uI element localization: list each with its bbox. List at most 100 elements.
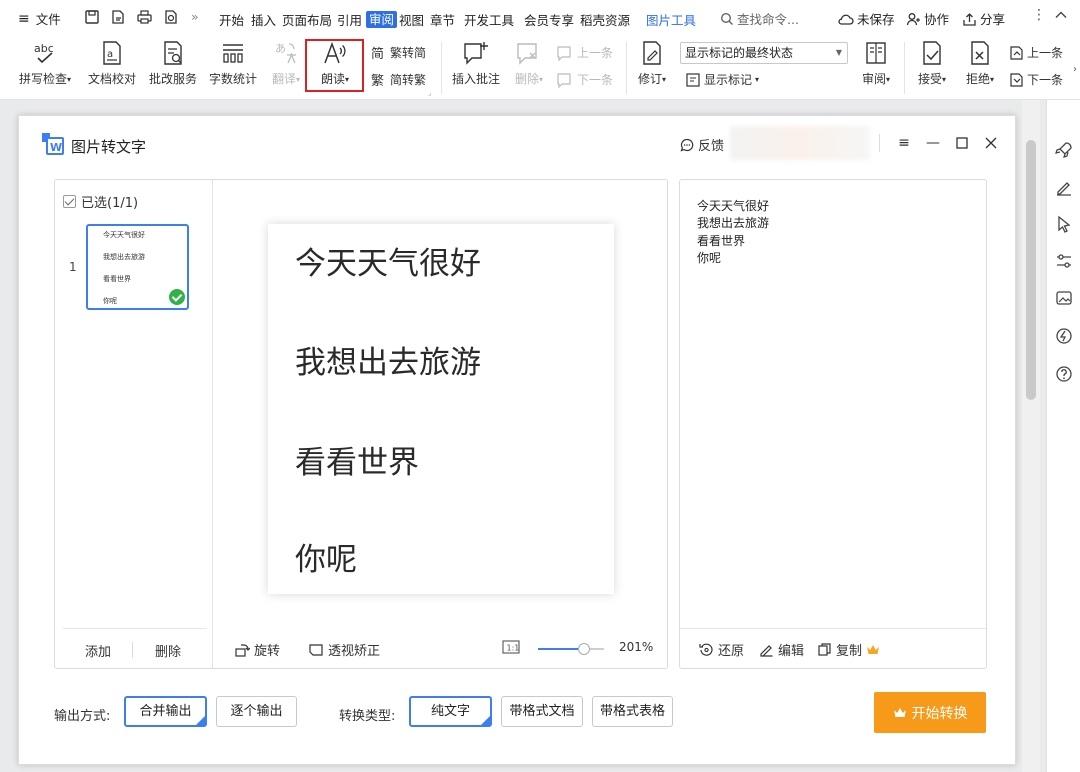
- collaborate-button[interactable]: 协作: [906, 9, 949, 28]
- merge-output-button[interactable]: 合并输出: [124, 696, 207, 727]
- show-markup-button[interactable]: 显示标记 ▾: [685, 71, 759, 88]
- prev-change-button[interactable]: 上一条: [1008, 44, 1063, 61]
- file-menu[interactable]: ≡ 文件: [18, 9, 61, 28]
- minimize-icon[interactable]: —: [924, 134, 942, 152]
- restore-icon: [699, 643, 713, 656]
- tab-home[interactable]: 开始: [219, 10, 244, 29]
- insert-comment-button[interactable]: 插入批注: [448, 39, 504, 87]
- review-pane-button[interactable]: 审阅▾: [856, 39, 896, 87]
- tab-page-layout[interactable]: 页面布局: [282, 10, 332, 29]
- show-markup-label: 显示标记: [704, 73, 753, 87]
- more-menu-icon[interactable]: ⋮: [1032, 7, 1046, 23]
- unsaved-label: 未保存: [857, 12, 895, 27]
- save-icon[interactable]: [84, 9, 100, 25]
- share-button[interactable]: 分享: [962, 9, 1005, 28]
- recognized-line: 我想出去旅游: [697, 216, 770, 231]
- accept-button[interactable]: 接受▾: [912, 39, 952, 87]
- restore-button[interactable]: 还原: [699, 640, 744, 659]
- print-icon[interactable]: [136, 9, 153, 25]
- track-changes-button[interactable]: 修订▾: [632, 39, 672, 87]
- actual-size-button[interactable]: 1:1: [502, 639, 520, 655]
- rotate-icon: [235, 643, 250, 657]
- rocket-icon[interactable]: [1054, 140, 1074, 160]
- document-scrollbar[interactable]: [1022, 100, 1040, 772]
- pen-icon[interactable]: [1054, 177, 1074, 197]
- start-convert-button[interactable]: 开始转换: [874, 692, 986, 733]
- collapse-ribbon-icon[interactable]: [1054, 8, 1068, 22]
- more-quick-access-icon[interactable]: »: [191, 9, 199, 24]
- tab-picture-tools[interactable]: 图片工具: [646, 10, 696, 29]
- simp-to-trad-label: 简转繁: [390, 73, 427, 87]
- print-preview-icon[interactable]: [163, 9, 179, 25]
- output-mode-label: 输出方式:: [54, 709, 111, 724]
- formatted-doc-button[interactable]: 带格式文档: [501, 696, 583, 727]
- hamburger-icon: ≡: [18, 10, 30, 27]
- recognized-line: 看看世界: [697, 233, 746, 248]
- tab-view[interactable]: 视图: [399, 10, 424, 29]
- recognized-line: 今天天气很好: [697, 199, 770, 213]
- rotate-button[interactable]: 旋转: [234, 640, 280, 659]
- menu-icon[interactable]: ≡: [895, 134, 913, 152]
- tab-review-label: 审阅: [366, 11, 398, 28]
- delete-image-button[interactable]: 删除: [155, 641, 181, 660]
- tab-docer[interactable]: 稻壳资源: [580, 10, 630, 29]
- lightning-icon[interactable]: [1054, 326, 1074, 346]
- scrollbar-thumb[interactable]: [1026, 140, 1036, 400]
- command-search[interactable]: 查找命令...: [720, 9, 799, 28]
- copy-button[interactable]: 复制: [817, 640, 880, 659]
- ribbon-scroll-right-icon[interactable]: ›: [1073, 64, 1077, 75]
- recognized-line: 你呢: [697, 250, 722, 265]
- tab-member[interactable]: 会员专享: [524, 10, 574, 29]
- perspective-correction-button[interactable]: 透视矫正: [308, 640, 380, 659]
- plain-text-button[interactable]: 纯文字: [409, 696, 492, 727]
- recognized-text[interactable]: 今天天气很好 我想出去旅游 看看世界 你呢: [697, 198, 769, 267]
- cursor-icon[interactable]: [1054, 214, 1074, 234]
- zoom-slider[interactable]: [538, 643, 604, 655]
- checkbox-icon: [63, 195, 76, 208]
- reject-button[interactable]: 拒绝▾: [960, 39, 1000, 87]
- zoom-percent: 201%: [619, 640, 654, 654]
- group-launcher-icon[interactable]: ⌟: [428, 89, 431, 97]
- delete-comment-button[interactable]: 删除▾: [510, 39, 548, 87]
- image-icon[interactable]: [1054, 288, 1074, 308]
- svg-text:あ: あ: [275, 42, 286, 55]
- chevron-down-icon: ▼: [835, 48, 842, 57]
- next-change-button[interactable]: 下一条: [1008, 71, 1063, 88]
- next-comment-button[interactable]: 下一条: [556, 71, 613, 88]
- simp-to-trad-button[interactable]: 繁 简转繁: [371, 71, 426, 88]
- separate-output-button[interactable]: 逐个输出: [216, 696, 297, 727]
- add-image-button[interactable]: 添加: [85, 641, 111, 660]
- doc-proof-label: 文档校对: [87, 72, 136, 86]
- maximize-icon[interactable]: [953, 134, 971, 152]
- word-count-button[interactable]: 字数统计: [206, 39, 260, 87]
- export-pdf-icon[interactable]: [110, 9, 126, 25]
- select-all-checkbox[interactable]: 已选(1/1): [63, 192, 138, 211]
- tab-chapter[interactable]: 章节: [430, 10, 455, 29]
- help-icon[interactable]: [1054, 364, 1074, 384]
- review-service-button[interactable]: 批改服务: [146, 39, 200, 87]
- tab-insert[interactable]: 插入: [251, 10, 276, 29]
- edit-button[interactable]: 编辑: [759, 640, 804, 659]
- right-sidebar: [1046, 100, 1080, 772]
- insert-comment-label: 插入批注: [451, 72, 500, 86]
- close-icon[interactable]: [982, 134, 1000, 152]
- zoom-slider-handle[interactable]: [578, 643, 591, 655]
- result-text-panel[interactable]: 今天天气很好 我想出去旅游 看看世界 你呢 还原 编辑 复制: [679, 179, 987, 669]
- unsaved-status[interactable]: 未保存: [837, 9, 895, 28]
- formatted-table-button[interactable]: 带格式表格: [592, 696, 673, 727]
- blurred-region: [730, 126, 870, 160]
- sliders-icon[interactable]: [1054, 251, 1074, 271]
- translate-button[interactable]: あ 翻译▾: [266, 39, 306, 87]
- tab-developer[interactable]: 开发工具: [464, 10, 514, 29]
- tab-review[interactable]: 审阅: [366, 9, 398, 28]
- feedback-button[interactable]: 反馈: [680, 135, 724, 154]
- prev-comment-button[interactable]: 上一条: [556, 44, 613, 61]
- spell-check-button[interactable]: abc 拼写检查▾: [14, 39, 76, 87]
- trad-to-simp-button[interactable]: 简 繁转简: [371, 44, 426, 61]
- image-thumbnail[interactable]: 今天天气很好 我想出去旅游 看看世界 你呢: [86, 224, 189, 310]
- delete-comment-icon: [515, 39, 543, 67]
- tab-references[interactable]: 引用: [337, 10, 362, 29]
- markup-state-select[interactable]: 显示标记的最终状态 ▼: [680, 42, 848, 64]
- doc-proof-button[interactable]: a 文档校对: [84, 39, 140, 87]
- reject-icon: [966, 39, 994, 67]
